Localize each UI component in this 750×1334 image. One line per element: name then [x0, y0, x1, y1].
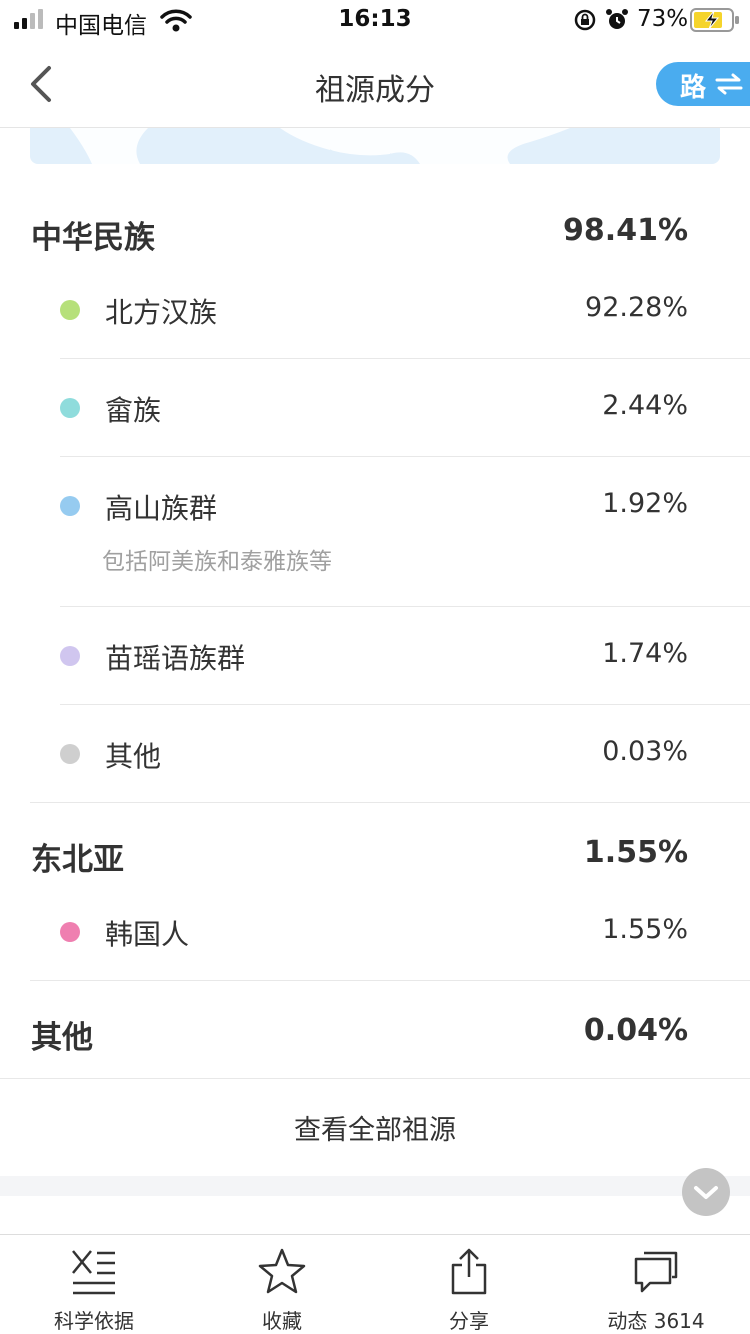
item-percent: 2.44%: [602, 390, 688, 421]
color-dot: [60, 922, 80, 942]
view-all-ancestry-button[interactable]: 查看全部祖源: [0, 1108, 750, 1147]
route-button[interactable]: 路: [656, 62, 750, 106]
item-name: 韩国人: [105, 918, 190, 951]
ancestry-item[interactable]: 苗瑶语族群 1.74%: [0, 632, 750, 682]
page-title: 祖源成分: [315, 73, 435, 108]
color-dot: [60, 496, 80, 516]
tab-favorite[interactable]: 收藏: [188, 1235, 376, 1334]
tab-label: 分享: [449, 1309, 489, 1333]
color-dot: [60, 398, 80, 418]
color-dot: [60, 744, 80, 764]
tab-label: 收藏: [262, 1309, 302, 1333]
bottom-tab-bar: 科学依据 收藏 分享 动态 3614: [0, 1234, 750, 1334]
divider: [60, 456, 750, 457]
group-name: 中华民族: [31, 220, 155, 256]
section-separator: [0, 1176, 750, 1196]
star-icon: [258, 1248, 306, 1294]
divider: [0, 1078, 750, 1079]
group-percent: 0.04%: [583, 1013, 688, 1048]
color-dot: [60, 646, 80, 666]
item-name: 畲族: [105, 394, 162, 427]
nav-bar: 祖源成分 路: [0, 40, 750, 128]
group-row-zhonghua: 中华民族 98.41%: [0, 208, 750, 256]
ancestry-item[interactable]: 其他 0.03%: [0, 730, 750, 780]
tab-label: 动态 3614: [607, 1309, 705, 1333]
rotation-lock-icon: [574, 9, 596, 31]
route-button-label: 路: [680, 73, 707, 103]
divider: [60, 358, 750, 359]
ancestry-item[interactable]: 北方汉族 92.28%: [0, 286, 750, 336]
divider: [30, 802, 750, 803]
item-name: 北方汉族: [105, 296, 218, 329]
ancestry-map: [30, 128, 720, 164]
divider: [30, 980, 750, 981]
item-name: 高山族群: [105, 492, 218, 525]
group-name: 其他: [31, 1020, 93, 1056]
item-percent: 1.55%: [602, 914, 688, 945]
divider: [60, 606, 750, 607]
item-name: 苗瑶语族群: [105, 642, 246, 675]
swap-arrows-icon: [715, 73, 743, 95]
tab-label: 科学依据: [54, 1309, 134, 1333]
item-percent: 92.28%: [585, 292, 688, 323]
group-row-northeast-asia: 东北亚 1.55%: [0, 830, 750, 878]
ancestry-item[interactable]: 韩国人 1.55%: [0, 908, 750, 958]
group-percent: 98.41%: [563, 213, 688, 248]
alarm-icon: [606, 9, 628, 29]
item-percent: 0.03%: [602, 736, 688, 767]
scroll-down-button[interactable]: [682, 1168, 730, 1216]
battery-percent: 73%: [637, 6, 689, 32]
dna-list-icon: [72, 1250, 115, 1295]
divider: [60, 704, 750, 705]
group-name: 东北亚: [31, 842, 124, 878]
map-landmass: [70, 128, 570, 164]
group-row-other: 其他 0.04%: [0, 1008, 750, 1056]
chat-bubble-icon: [634, 1251, 678, 1293]
tab-science-basis[interactable]: 科学依据: [0, 1235, 188, 1334]
tab-share[interactable]: 分享: [375, 1235, 563, 1334]
item-percent: 1.92%: [602, 488, 688, 519]
share-icon: [451, 1248, 487, 1295]
item-note: 包括阿美族和泰雅族等: [102, 549, 332, 575]
item-name: 其他: [105, 740, 162, 773]
battery-icon: [690, 8, 739, 32]
item-percent: 1.74%: [602, 638, 688, 669]
status-bar: 中国电信 16:13 73%: [0, 0, 750, 40]
ancestry-item[interactable]: 畲族 2.44%: [0, 384, 750, 434]
ancestry-item[interactable]: 高山族群 1.92% 包括阿美族和泰雅族等: [0, 482, 750, 582]
color-dot: [60, 300, 80, 320]
tab-activity[interactable]: 动态 3614: [562, 1235, 750, 1334]
group-percent: 1.55%: [583, 835, 688, 870]
chevron-down-icon: [694, 1186, 718, 1199]
